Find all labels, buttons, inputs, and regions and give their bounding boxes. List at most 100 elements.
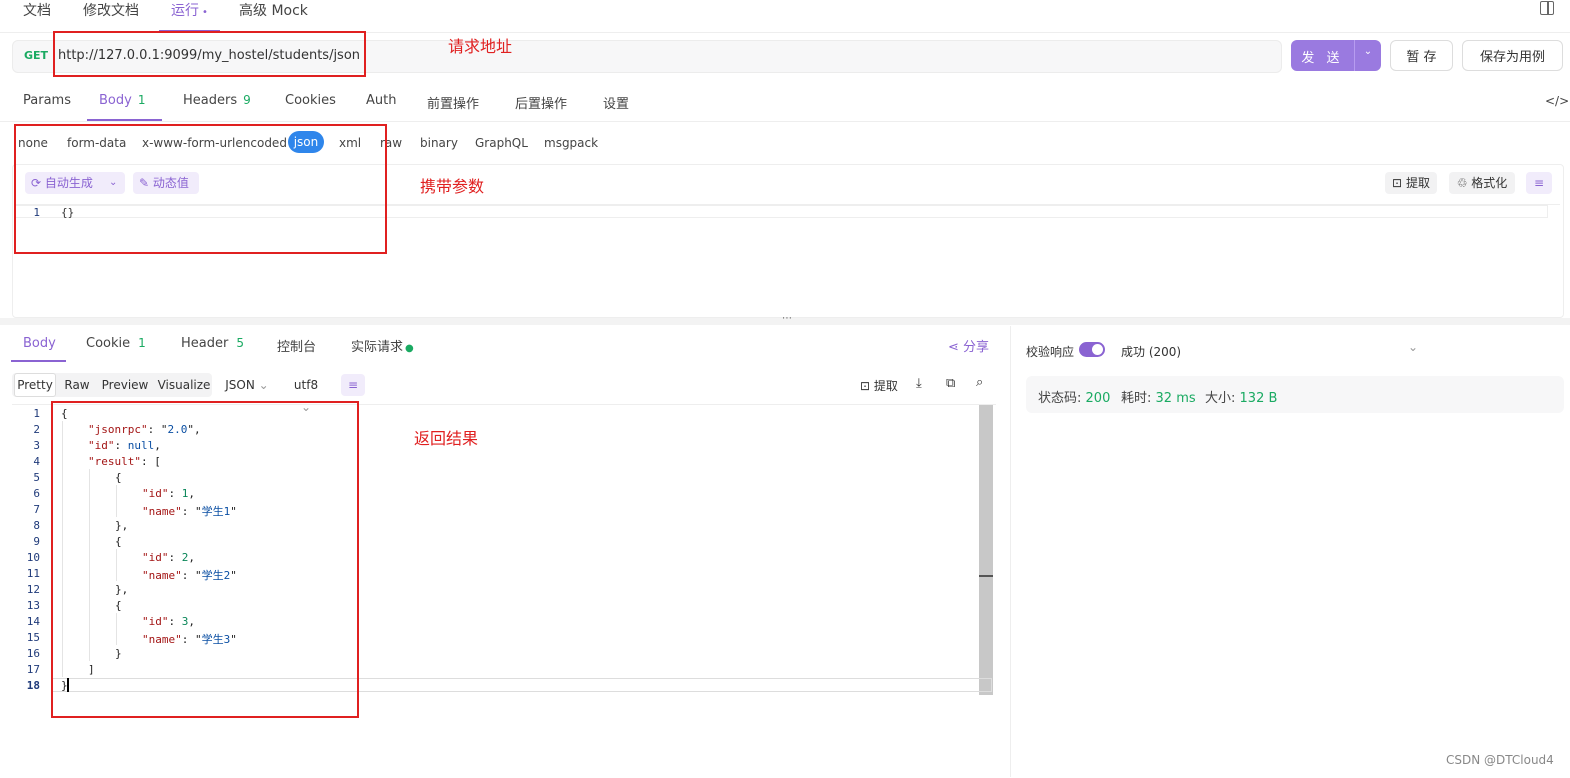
tab-headers[interactable]: Headers 9 xyxy=(183,93,251,108)
share-button[interactable]: ⋖ 分享 xyxy=(948,336,989,355)
format-button[interactable]: ♲ 格式化 xyxy=(1449,172,1515,194)
format-select-value: JSON xyxy=(225,378,255,392)
wrap-lines-icon[interactable]: ≡ xyxy=(341,374,365,396)
response-tab-header-count: 5 xyxy=(236,336,244,350)
line-number: 15 xyxy=(26,631,40,644)
response-tab-console[interactable]: 控制台 xyxy=(277,336,316,355)
response-size-value: 132 B xyxy=(1239,391,1278,406)
watermark: CSDN @DTCloud4 xyxy=(1446,753,1554,767)
response-tab-actual-request[interactable]: 实际请求 ● xyxy=(351,336,414,355)
line-number: 5 xyxy=(33,471,40,484)
response-tab-header[interactable]: Header 5 xyxy=(181,336,244,351)
extract-icon: ⊡ xyxy=(860,379,871,393)
http-method[interactable]: GET xyxy=(24,49,48,62)
extract-label: 提取 xyxy=(1405,176,1430,190)
response-tab-actual-request-label: 实际请求 xyxy=(351,340,404,355)
line-number: 11 xyxy=(26,567,40,580)
save-as-case-button[interactable]: 保存为用例 xyxy=(1462,40,1563,71)
line-number: 12 xyxy=(26,583,40,596)
tab-body-count: 1 xyxy=(137,93,146,107)
line-number: 10 xyxy=(26,551,40,564)
tab-auth[interactable]: Auth xyxy=(366,93,396,108)
tab-run[interactable]: 运行 • xyxy=(159,0,220,32)
view-preview[interactable]: Preview xyxy=(99,374,151,396)
scroll-marker xyxy=(979,575,993,577)
line-number: 2 xyxy=(33,423,40,436)
annotation-box-url xyxy=(53,31,366,77)
wrap-lines-icon[interactable]: ≡ xyxy=(1526,172,1552,194)
panel-toggle-icon[interactable] xyxy=(1540,1,1554,15)
top-tab-bar: 文档 修改文档 运行 • 高级 Mock xyxy=(0,0,1570,33)
code-view-icon[interactable]: </> xyxy=(1545,94,1569,108)
line-number: 14 xyxy=(26,615,40,628)
response-tab-body[interactable]: Body xyxy=(23,336,56,351)
tab-edit-docs[interactable]: 修改文档 xyxy=(83,0,139,20)
toggle-knob xyxy=(1092,344,1103,355)
tab-docs[interactable]: 文档 xyxy=(23,0,51,20)
line-number: 9 xyxy=(33,535,40,548)
search-icon[interactable]: ⌕ xyxy=(976,375,983,390)
response-size: 大小: 132 B xyxy=(1205,387,1277,406)
response-tab-cookie-count: 1 xyxy=(138,336,146,350)
response-tab-cookie-label: Cookie xyxy=(86,336,131,351)
extract-button[interactable]: ⊡ 提取 xyxy=(1385,172,1437,194)
active-tab-underline xyxy=(87,119,162,121)
tab-cookies[interactable]: Cookies xyxy=(285,93,336,108)
line-number: 17 xyxy=(26,663,40,676)
line-number: 6 xyxy=(33,487,40,500)
response-extract-label: 提取 xyxy=(873,379,898,393)
tab-body-label: Body xyxy=(99,93,132,108)
scrollbar-thumb[interactable] xyxy=(979,405,993,695)
line-number: 18 xyxy=(26,679,40,692)
validate-response-toggle[interactable] xyxy=(1079,342,1105,357)
tab-params[interactable]: Params xyxy=(23,93,71,108)
save-temp-button[interactable]: 暂 存 xyxy=(1390,40,1453,71)
tab-headers-label: Headers xyxy=(183,93,238,108)
chevron-down-icon[interactable]: ⌄ xyxy=(1408,340,1418,354)
extract-icon: ⊡ xyxy=(1392,176,1403,190)
chevron-down-icon[interactable]: ⌄ xyxy=(1355,46,1381,57)
pane-splitter[interactable]: ⋯ xyxy=(0,313,1570,325)
response-size-label: 大小: xyxy=(1205,391,1236,406)
encoding-select[interactable]: utf8 ⌄ xyxy=(287,374,325,414)
line-number: 13 xyxy=(26,599,40,612)
tab-run-label: 运行 xyxy=(171,3,199,19)
line-number: 16 xyxy=(26,647,40,660)
view-visualize[interactable]: Visualize xyxy=(156,374,212,396)
tab-pre-processors[interactable]: 前置操作 xyxy=(427,93,479,112)
drag-handle-icon[interactable]: ⋯ xyxy=(782,313,792,324)
status-code-label: 状态码: xyxy=(1038,391,1082,406)
tab-headers-count: 9 xyxy=(243,93,251,107)
body-type-graphql[interactable]: GraphQL xyxy=(475,136,528,150)
response-extract-button[interactable]: ⊡ 提取 xyxy=(860,377,898,394)
line-number: 1 xyxy=(33,407,40,420)
tab-settings[interactable]: 设置 xyxy=(603,93,629,112)
format-label: 格式化 xyxy=(1471,176,1508,190)
response-tab-header-label: Header xyxy=(181,336,229,351)
tab-body[interactable]: Body 1 xyxy=(99,93,145,108)
broom-icon: ♲ xyxy=(1456,176,1468,190)
response-tab-cookie[interactable]: Cookie 1 xyxy=(86,336,146,351)
send-button[interactable]: 发 送 ⌄ xyxy=(1291,40,1381,71)
line-number: 3 xyxy=(33,439,40,452)
view-raw[interactable]: Raw xyxy=(60,374,94,396)
annotation-box-params xyxy=(14,124,387,254)
share-icon: ⋖ xyxy=(948,340,959,355)
share-label: 分享 xyxy=(963,340,990,355)
encoding-select-value: utf8 xyxy=(293,378,319,392)
unsaved-dot: • xyxy=(202,7,208,18)
body-type-msgpack[interactable]: msgpack xyxy=(544,136,598,150)
body-type-binary[interactable]: binary xyxy=(420,136,458,150)
response-active-underline xyxy=(11,360,66,362)
download-icon[interactable]: ⤓ xyxy=(916,376,922,391)
view-pretty[interactable]: Pretty xyxy=(14,373,56,397)
validation-result[interactable]: 成功 (200) xyxy=(1121,343,1181,360)
status-code-value: 200 xyxy=(1085,391,1111,406)
validate-response-label: 校验响应 xyxy=(1026,345,1075,359)
tab-post-processors[interactable]: 后置操作 xyxy=(515,93,567,112)
copy-icon[interactable]: ⧉ xyxy=(946,376,955,391)
response-time-value: 32 ms xyxy=(1155,391,1196,406)
tab-advanced-mock[interactable]: 高级 Mock xyxy=(239,0,308,20)
annotation-url-note: 请求地址 xyxy=(448,37,513,56)
format-select[interactable]: JSON ⌄ xyxy=(224,374,270,396)
